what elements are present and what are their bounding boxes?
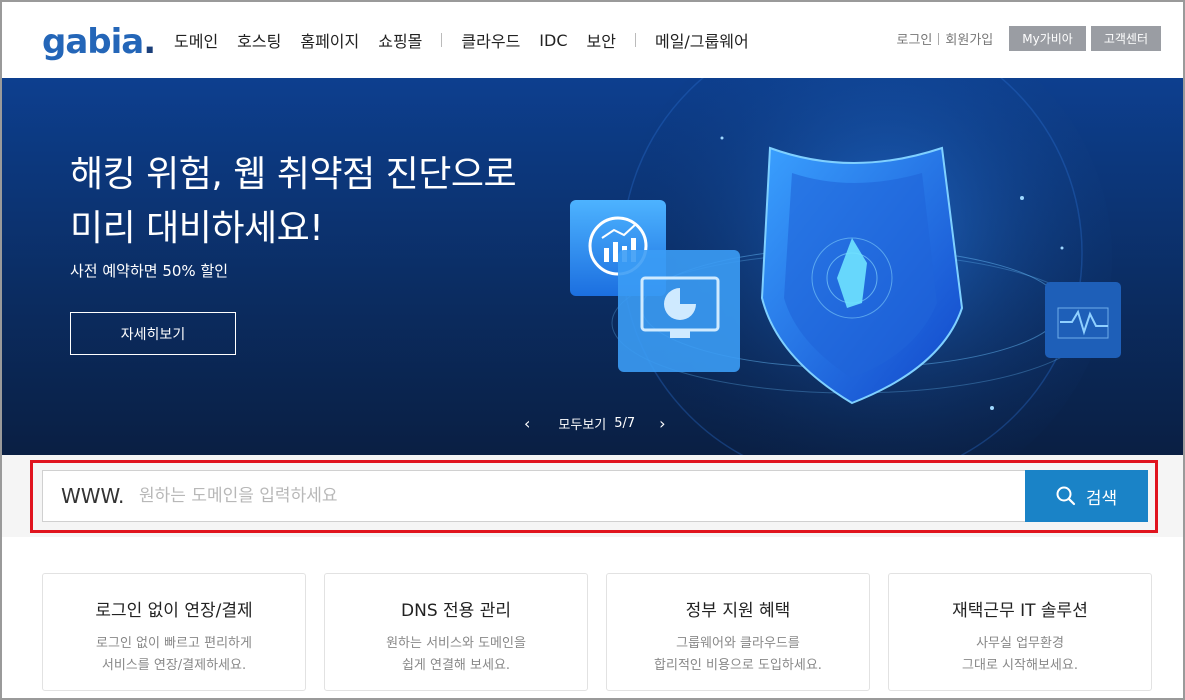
card-desc-line2: 서비스를 연장/결제하세요. [101,658,247,673]
chevron-right-icon[interactable]: › [653,414,671,433]
nav-homepage[interactable]: 홈페이지 [300,28,359,52]
nav-divider [634,33,636,47]
nav-hosting[interactable]: 호스팅 [237,28,281,52]
nav-shoppingmall[interactable]: 쇼핑몰 [378,28,422,52]
util-divider [938,32,940,45]
card-remote-work[interactable]: 재택근무 IT 솔루션 사무실 업무환경 그대로 시작해보세요. [888,573,1152,691]
card-desc-line1: 원하는 서비스와 도메인을 [386,636,526,651]
card-desc: 로그인 없이 빠르고 편리하게 서비스를 연장/결제하세요. [43,633,305,677]
card-desc-line1: 그룹웨어와 클라우드를 [676,636,800,651]
www-prefix: WWW. [61,484,125,508]
card-desc-line1: 사무실 업무환경 [976,636,1064,651]
card-desc: 그룹웨어와 클라우드를 합리적인 비용으로 도입하세요. [607,633,869,677]
search-button[interactable]: 검색 [1025,470,1148,522]
nav-cloud[interactable]: 클라우드 [461,28,520,52]
gabia-logo[interactable]: gabia. [42,22,156,62]
domain-search-input[interactable] [139,479,1019,513]
card-desc-line1: 로그인 없이 빠르고 편리하게 [96,636,252,651]
card-dns-management[interactable]: DNS 전용 관리 원하는 서비스와 도메인을 쉽게 연결해 보세요. [324,573,588,691]
card-title: DNS 전용 관리 [401,601,511,621]
hero-title-line1: 해킹 위험, 웹 취약점 진단으로 [70,154,517,195]
nav-domain[interactable]: 도메인 [174,28,218,52]
nav-divider [441,33,443,47]
slider-controls: ‹ 모두보기 5/7 › [518,414,672,433]
service-cards: 로그인 없이 연장/결제 로그인 없이 빠르고 편리하게 서비스를 연장/결제하… [2,537,1183,698]
customer-center-button[interactable]: 고객센터 [1090,26,1161,51]
domain-search-section: WWW. 검색 [2,455,1183,537]
hero-banner: 해킹 위험, 웹 취약점 진단으로 미리 대비하세요! 사전 예약하면 50% … [2,78,1183,455]
login-link[interactable]: 로그인 [897,29,933,48]
card-desc: 사무실 업무환경 그대로 시작해보세요. [889,633,1151,677]
nav-idc[interactable]: IDC [539,31,567,50]
search-button-label: 검색 [1085,488,1118,509]
main-nav: 도메인 호스팅 홈페이지 쇼핑몰 클라우드 IDC 보안 메일/그룹웨어 [174,28,768,52]
nav-mail-groupware[interactable]: 메일/그룹웨어 [655,28,749,52]
card-desc-line2: 그대로 시작해보세요. [962,658,1078,673]
logo-text: gabia [42,22,144,62]
hero-title: 해킹 위험, 웹 취약점 진단으로 미리 대비하세요! [70,148,517,256]
search-icon [1056,486,1075,506]
card-desc-line2: 합리적인 비용으로 도입하세요. [654,658,822,673]
security-illustration [570,78,1121,455]
site-header: gabia. 도메인 호스팅 홈페이지 쇼핑몰 클라우드 IDC 보안 메일/그… [2,2,1183,78]
logo-dot: . [143,22,156,62]
card-title: 로그인 없이 연장/결제 [95,601,253,621]
slide-counter: 5/7 [614,416,636,431]
card-desc-line2: 쉽게 연결해 보세요. [401,658,511,673]
card-desc: 원하는 서비스와 도메인을 쉽게 연결해 보세요. [325,633,587,677]
utility-menu: 로그인 회원가입 My가비아 고객센터 [897,26,1161,51]
chevron-left-icon[interactable]: ‹ [518,414,536,433]
signup-link[interactable]: 회원가입 [945,29,993,48]
card-title: 재택근무 IT 솔루션 [952,601,1088,621]
nav-security[interactable]: 보안 [587,28,616,52]
view-all-link[interactable]: 모두보기 [558,414,606,433]
card-title: 정부 지원 혜택 [685,601,791,621]
domain-search-box: WWW. 검색 [42,470,1148,522]
my-gabia-button[interactable]: My가비아 [1009,26,1086,51]
hero-title-line2: 미리 대비하세요! [70,208,324,249]
card-government-support[interactable]: 정부 지원 혜택 그룹웨어와 클라우드를 합리적인 비용으로 도입하세요. [606,573,870,691]
hero-subtitle: 사전 예약하면 50% 할인 [70,262,229,280]
card-renew-payment[interactable]: 로그인 없이 연장/결제 로그인 없이 빠르고 편리하게 서비스를 연장/결제하… [42,573,306,691]
view-details-button[interactable]: 자세히보기 [70,312,236,355]
